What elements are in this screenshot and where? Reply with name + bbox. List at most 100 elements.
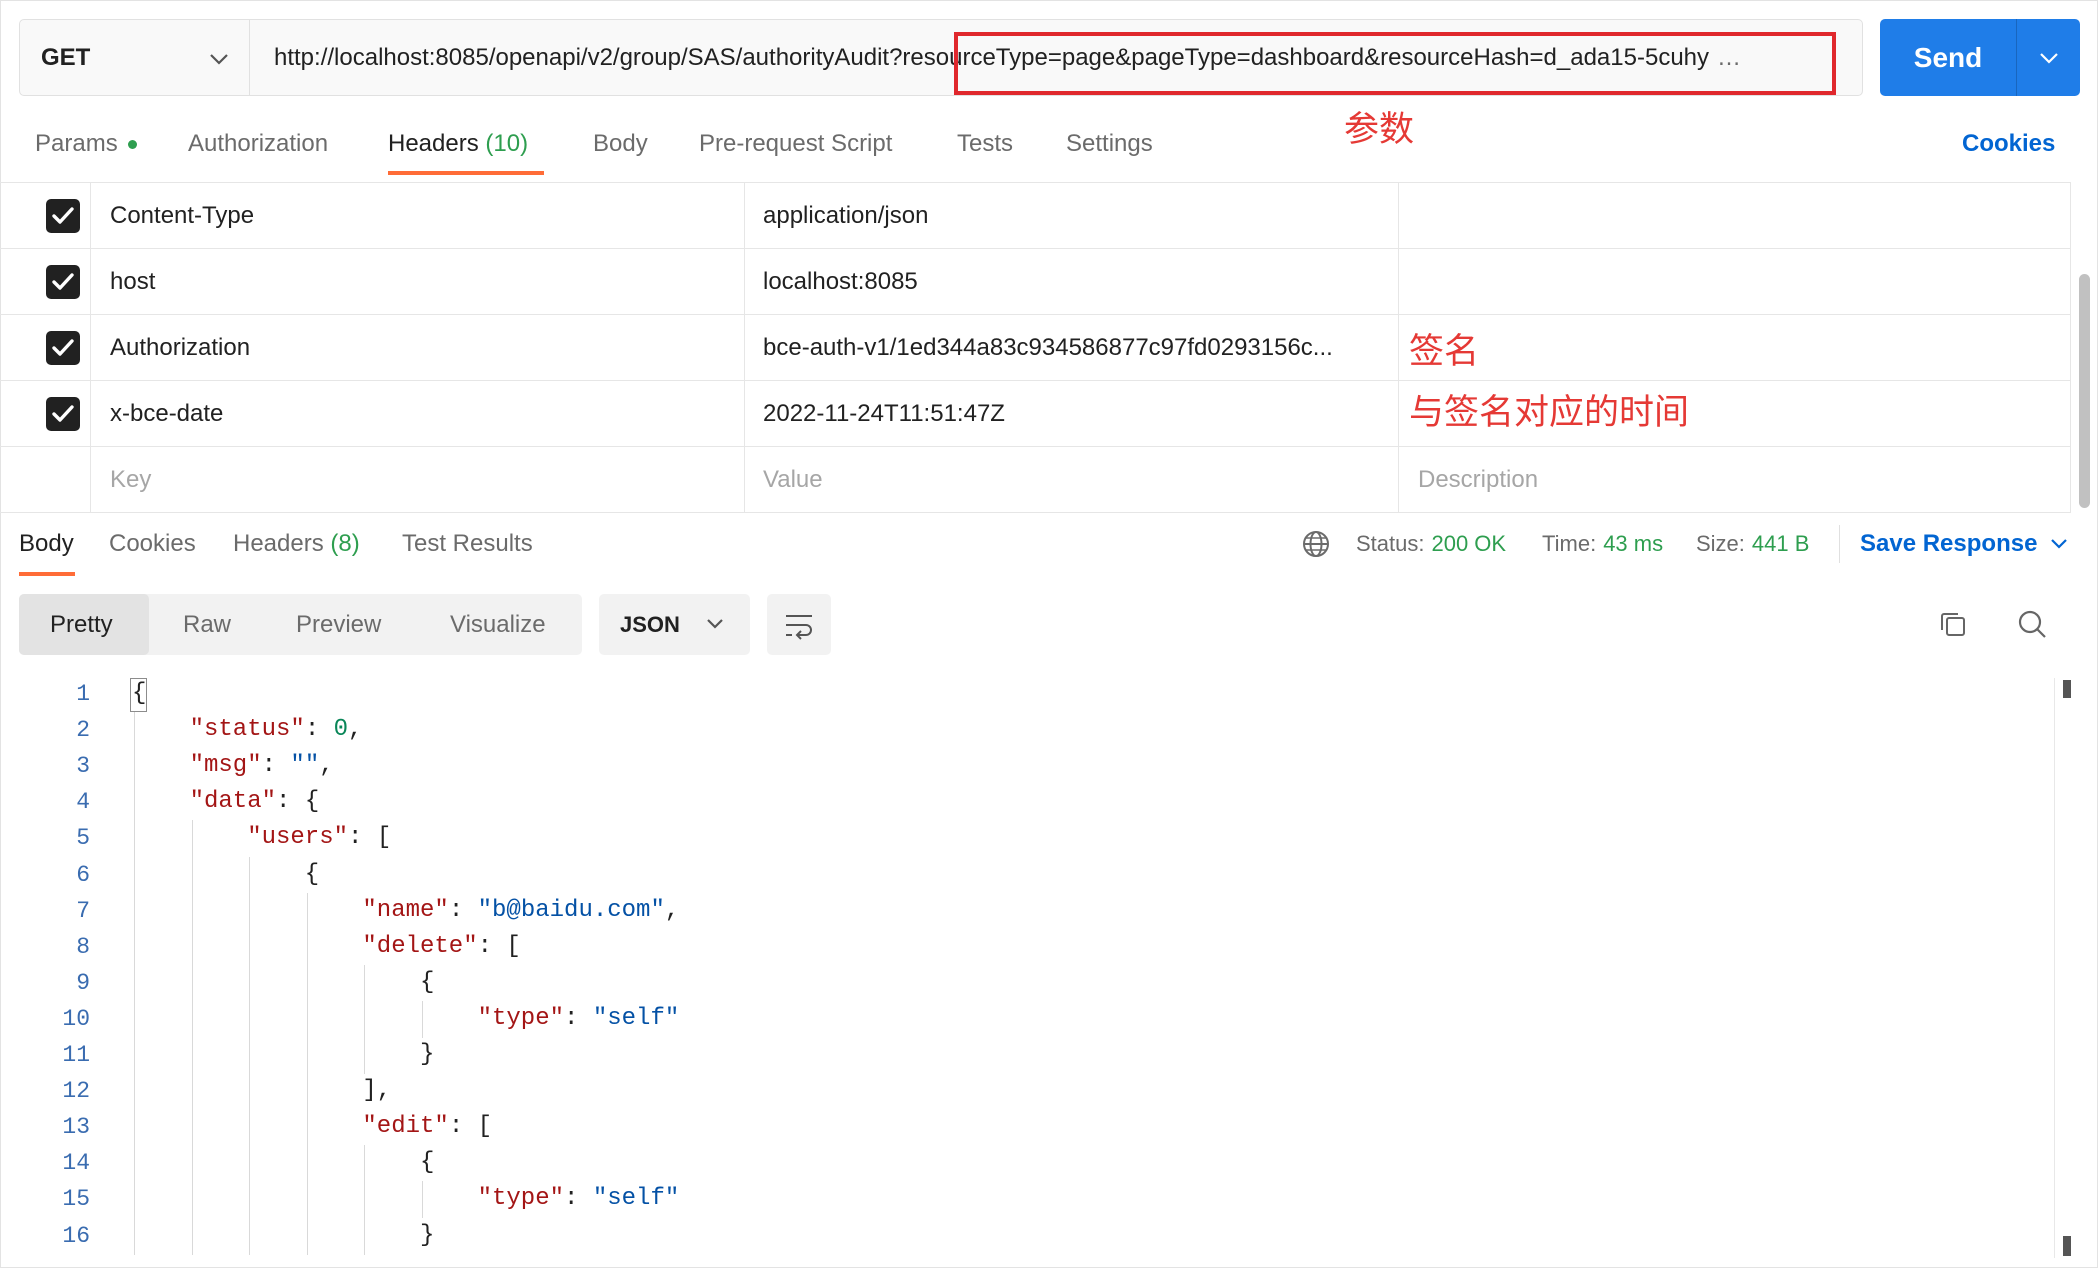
checkbox-checked-icon[interactable] bbox=[46, 397, 80, 431]
view-mode-pretty[interactable]: Pretty bbox=[50, 594, 113, 655]
response-tab-body[interactable]: Body bbox=[19, 528, 74, 560]
header-value[interactable]: application/json bbox=[745, 183, 1399, 248]
headers-scrollbar[interactable] bbox=[2079, 274, 2090, 508]
tab-tests[interactable]: Tests bbox=[957, 128, 1013, 160]
chevron-down-icon[interactable] bbox=[2038, 51, 2060, 65]
indent-guide bbox=[191, 1145, 193, 1183]
new-description-input[interactable]: Description bbox=[1399, 447, 2071, 512]
checkbox-checked-icon[interactable] bbox=[46, 199, 80, 233]
header-description[interactable] bbox=[1399, 315, 2071, 380]
send-button[interactable]: Send bbox=[1880, 19, 2080, 96]
json-punctuation: : [ bbox=[477, 932, 521, 960]
line-number: 7 bbox=[76, 897, 90, 924]
view-mode-preview[interactable]: Preview bbox=[296, 594, 381, 655]
response-tab-cookies[interactable]: Cookies bbox=[109, 528, 196, 560]
checkbox-cell bbox=[0, 447, 91, 512]
json-key: "type" bbox=[477, 1004, 565, 1032]
indent-guide bbox=[134, 1217, 135, 1255]
response-tab-headers[interactable]: Headers (8) bbox=[233, 528, 360, 560]
tab-pre-request-script[interactable]: Pre-request Script bbox=[699, 128, 892, 160]
indent-guide bbox=[134, 1037, 135, 1074]
new-key-input[interactable]: Key bbox=[91, 447, 745, 512]
status-label: Status: bbox=[1356, 531, 1425, 556]
indent-guide bbox=[364, 1217, 366, 1255]
checkbox-checked-icon[interactable] bbox=[46, 331, 80, 365]
code-line: { bbox=[132, 1145, 2032, 1183]
url-input[interactable]: http://localhost:8085/openapi/v2/group/S… bbox=[274, 20, 1846, 95]
cookies-link[interactable]: Cookies bbox=[1962, 128, 2055, 160]
indent-guide bbox=[364, 1037, 366, 1074]
indent-guide bbox=[134, 748, 135, 786]
json-string: "" bbox=[290, 752, 320, 780]
status-value: 200 OK bbox=[1431, 531, 1507, 556]
response-tab-headers-count: (8) bbox=[330, 530, 360, 557]
tab-headers[interactable]: Headers (10) bbox=[388, 128, 528, 160]
header-key[interactable]: Content-Type bbox=[91, 183, 745, 248]
indent-guide bbox=[306, 1109, 308, 1147]
header-description[interactable] bbox=[1399, 249, 2071, 314]
response-status[interactable]: Status: 200 OK bbox=[1356, 528, 1506, 560]
checkbox-checked-icon[interactable] bbox=[46, 265, 80, 299]
indent-guide bbox=[134, 928, 135, 966]
header-key[interactable]: host bbox=[91, 249, 745, 314]
indent-guide bbox=[134, 712, 135, 750]
header-row-new: Key Value Description bbox=[0, 447, 2071, 513]
tab-params[interactable]: Params bbox=[35, 128, 118, 160]
indent-guide bbox=[191, 1000, 193, 1038]
json-punctuation: , bbox=[348, 716, 363, 744]
save-response-button[interactable]: Save Response bbox=[1860, 528, 2037, 560]
tab-settings[interactable]: Settings bbox=[1066, 128, 1153, 160]
editor-scroll-track[interactable] bbox=[2054, 678, 2055, 1258]
indent-guide bbox=[249, 1037, 251, 1074]
indent-guide bbox=[134, 1000, 135, 1038]
indent-guide bbox=[306, 1073, 308, 1111]
editor-scroll-marker bbox=[2063, 1236, 2071, 1256]
tab-authorization[interactable]: Authorization bbox=[188, 128, 328, 160]
indent-guide bbox=[249, 856, 251, 894]
response-time[interactable]: Time: 43 ms bbox=[1542, 528, 1663, 560]
copy-icon[interactable] bbox=[1938, 609, 1968, 639]
editor-scroll-marker bbox=[2063, 680, 2071, 698]
line-number: 8 bbox=[76, 933, 90, 960]
json-number: 0 bbox=[333, 716, 349, 744]
code-line: { bbox=[132, 676, 2032, 712]
tab-body[interactable]: Body bbox=[593, 128, 648, 160]
indent-guide bbox=[191, 1109, 193, 1147]
tab-headers-count: (10) bbox=[485, 130, 529, 157]
response-tab-test-results[interactable]: Test Results bbox=[402, 528, 533, 560]
indent-guide bbox=[306, 1000, 308, 1038]
view-mode-visualize[interactable]: Visualize bbox=[450, 594, 546, 655]
indent-guide bbox=[134, 856, 135, 894]
indent-guide bbox=[306, 928, 308, 966]
header-key[interactable]: x-bce-date bbox=[91, 381, 745, 446]
method-select[interactable]: GET bbox=[20, 20, 250, 95]
search-icon[interactable] bbox=[2017, 609, 2047, 639]
header-description[interactable] bbox=[1399, 183, 2071, 248]
header-value[interactable]: bce-auth-v1/1ed344a83c934586877c97fd0293… bbox=[745, 315, 1399, 380]
indent-guide bbox=[249, 892, 251, 930]
header-key[interactable]: Authorization bbox=[91, 315, 745, 380]
indent-guide bbox=[191, 1037, 193, 1074]
response-size[interactable]: Size: 441 B bbox=[1696, 528, 1809, 560]
json-punctuation: : bbox=[448, 896, 478, 924]
json-key: "msg" bbox=[189, 752, 262, 780]
code-line: "edit": [ bbox=[132, 1109, 2032, 1147]
bracket-match-highlight bbox=[130, 678, 147, 712]
code-line: ], bbox=[132, 1073, 2032, 1111]
response-tab-headers-label: Headers bbox=[233, 530, 324, 557]
code-line: { bbox=[132, 964, 2032, 1002]
header-value[interactable]: 2022-11-24T11:51:47Z bbox=[745, 381, 1399, 446]
json-punctuation: : [ bbox=[348, 824, 392, 852]
chevron-down-icon[interactable] bbox=[2050, 538, 2068, 550]
header-row: Content-Type application/json bbox=[0, 183, 2071, 249]
annotation-params: 参数 bbox=[1344, 110, 1415, 149]
indent-guide bbox=[249, 1217, 251, 1255]
globe-icon[interactable] bbox=[1301, 529, 1331, 559]
view-mode-raw[interactable]: Raw bbox=[183, 594, 231, 655]
indent-guide bbox=[364, 1145, 366, 1183]
header-value[interactable]: localhost:8085 bbox=[745, 249, 1399, 314]
new-value-input[interactable]: Value bbox=[745, 447, 1399, 512]
indent-guide bbox=[134, 820, 135, 858]
header-row: x-bce-date 2022-11-24T11:51:47Z bbox=[0, 381, 2071, 447]
indent-guide bbox=[364, 1000, 366, 1038]
